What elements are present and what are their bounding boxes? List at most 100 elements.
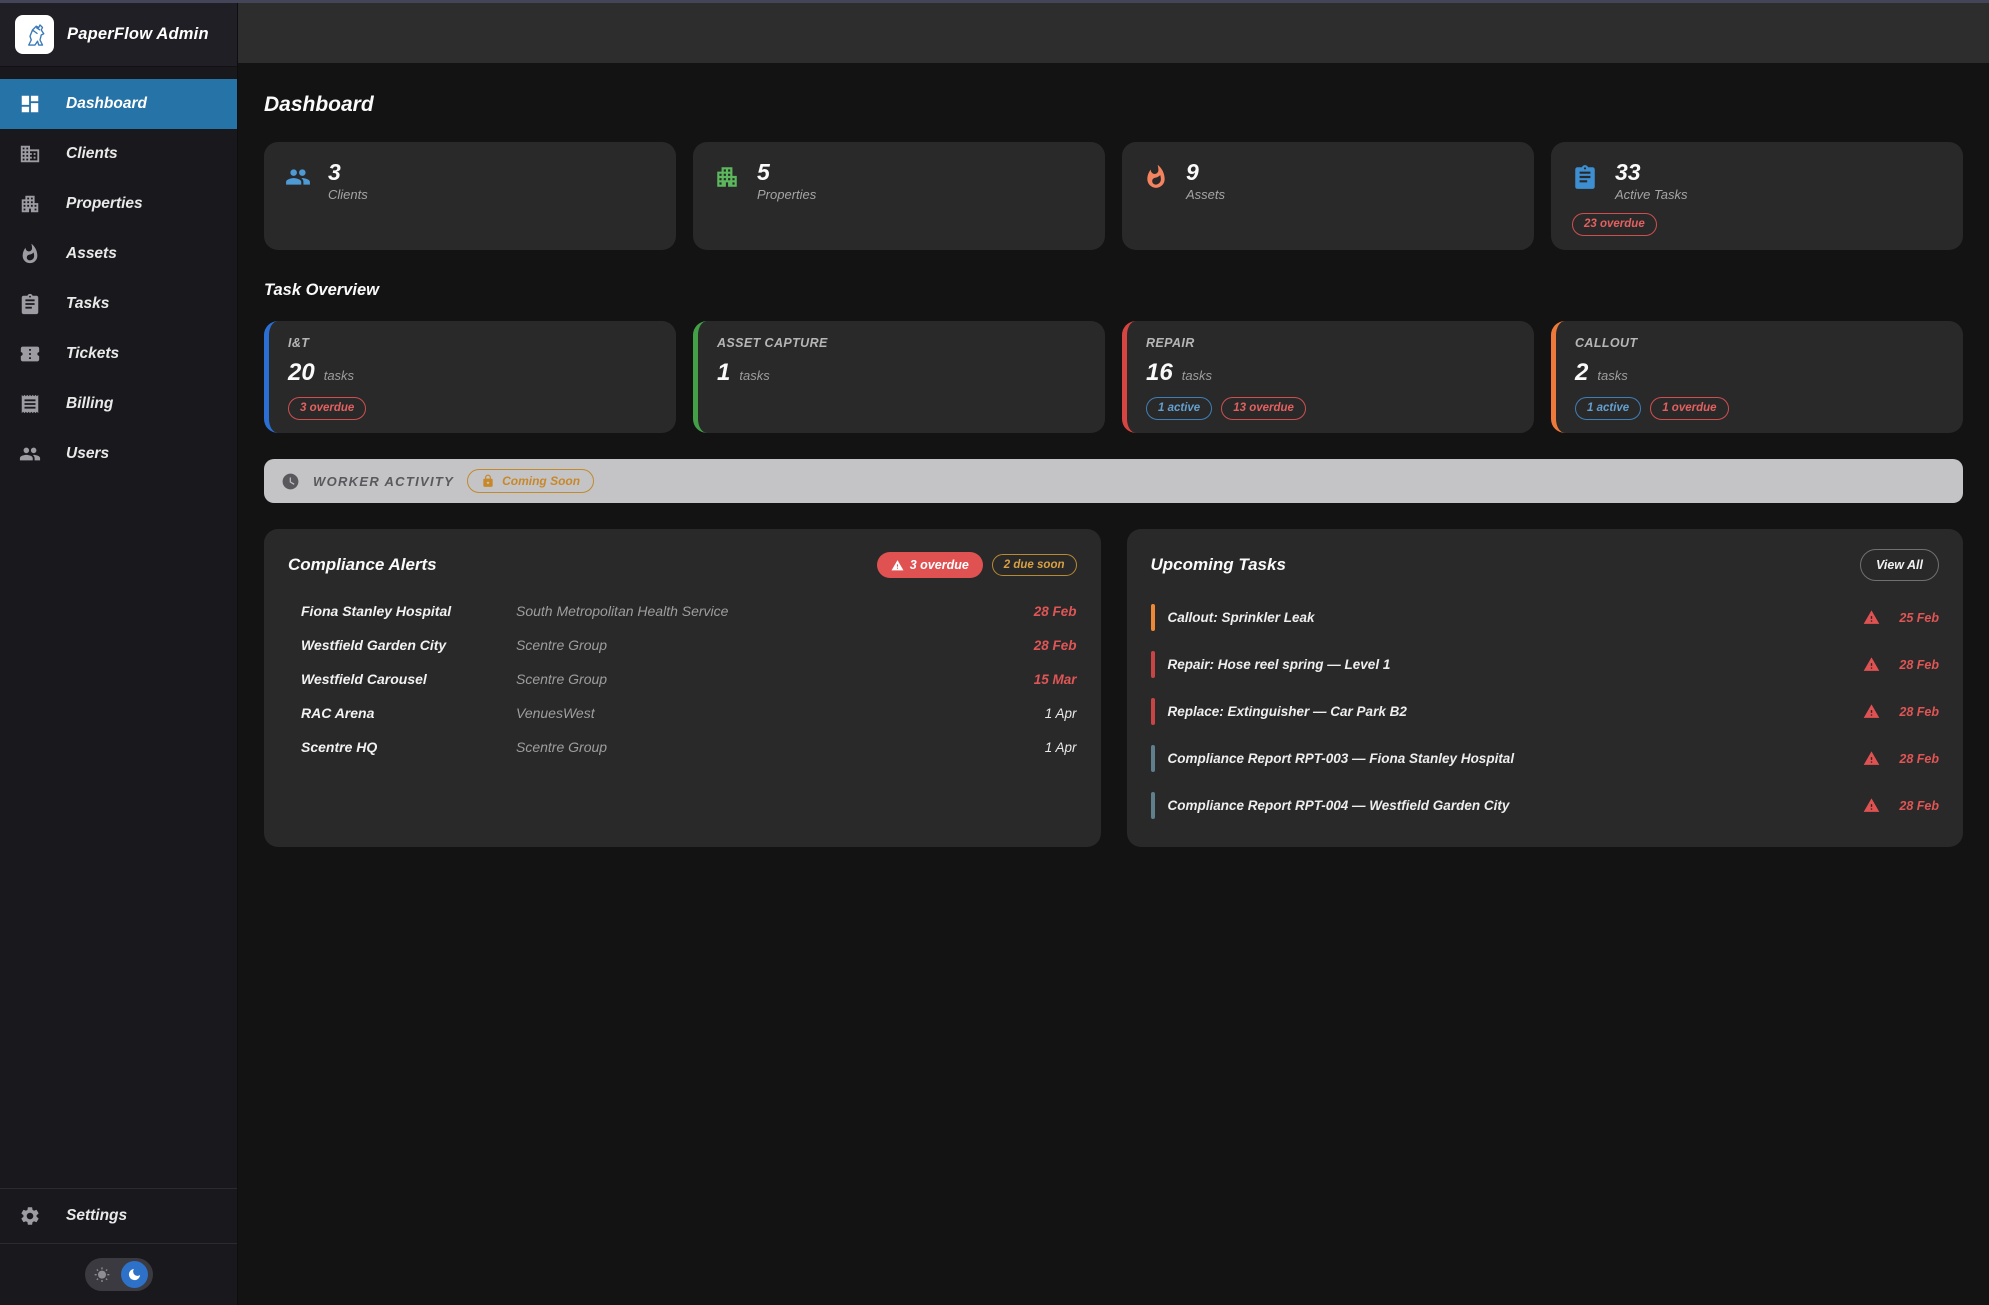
- sidebar-item-properties[interactable]: Properties: [0, 179, 237, 229]
- task-title: Compliance Report RPT-003 — Fiona Stanle…: [1168, 751, 1851, 766]
- sidebar-footer: [0, 1243, 237, 1305]
- due-soon-badge: 2 due soon: [992, 554, 1077, 577]
- due-date: 28 Feb: [1893, 752, 1939, 766]
- task-type-bar: [1151, 651, 1155, 678]
- sidebar-item-tasks[interactable]: Tasks: [0, 279, 237, 329]
- task-title: Replace: Extinguisher — Car Park B2: [1168, 704, 1851, 719]
- overdue-badge: 13 overdue: [1221, 397, 1306, 420]
- dashboard-icon: [19, 93, 41, 115]
- view-all-button[interactable]: View All: [1860, 549, 1939, 581]
- task-type-bar: [1151, 745, 1155, 772]
- property-name: Westfield Garden City: [301, 637, 516, 653]
- property-name: RAC Arena: [301, 705, 516, 721]
- due-date: 28 Feb: [1034, 638, 1077, 653]
- due-date: 28 Feb: [1893, 705, 1939, 719]
- client-name: Scentre Group: [516, 739, 1045, 755]
- sidebar-item-label: Tickets: [66, 345, 119, 363]
- task-unit: tasks: [1597, 368, 1627, 383]
- task-type-label: ASSET CAPTURE: [717, 336, 1086, 350]
- flame-icon: [1143, 164, 1169, 190]
- task-count: 20: [288, 359, 315, 387]
- task-type-label: REPAIR: [1146, 336, 1515, 350]
- compliance-row[interactable]: Fiona Stanley Hospital South Metropolita…: [288, 594, 1077, 628]
- warning-icon: [1863, 750, 1880, 767]
- overdue-badge: 1 overdue: [1650, 397, 1728, 420]
- warning-icon: [1863, 656, 1880, 673]
- compliance-alerts-panel: Compliance Alerts 3 overdue 2 due soon F…: [264, 529, 1101, 847]
- section-title-task-overview: Task Overview: [264, 281, 1963, 300]
- compliance-row[interactable]: RAC Arena VenuesWest 1 Apr: [288, 696, 1077, 730]
- sidebar-item-assets[interactable]: Assets: [0, 229, 237, 279]
- sidebar-item-label: Billing: [66, 395, 113, 413]
- stat-label: Active Tasks: [1615, 187, 1688, 202]
- content: Dashboard 3 Clients: [238, 63, 1989, 1305]
- task-card-repair[interactable]: REPAIR 16 tasks 1 active 13 overdue: [1122, 321, 1534, 433]
- task-card-it[interactable]: I&T 20 tasks 3 overdue: [264, 321, 676, 433]
- sidebar-item-settings[interactable]: Settings: [0, 1188, 237, 1243]
- client-name: Scentre Group: [516, 671, 1034, 687]
- property-name: Scentre HQ: [301, 739, 516, 755]
- property-name: Westfield Carousel: [301, 671, 516, 687]
- due-date: 25 Feb: [1893, 611, 1939, 625]
- task-title: Repair: Hose reel spring — Level 1: [1168, 657, 1851, 672]
- sidebar: PaperFlow Admin Dashboard Clients Proper…: [0, 3, 238, 1305]
- sidebar-item-label: Dashboard: [66, 95, 147, 113]
- task-count: 1: [717, 359, 730, 387]
- compliance-row[interactable]: Westfield Carousel Scentre Group 15 Mar: [288, 662, 1077, 696]
- lock-icon: [481, 474, 495, 488]
- due-date: 1 Apr: [1045, 706, 1077, 721]
- upcoming-task-row[interactable]: Replace: Extinguisher — Car Park B2 28 F…: [1151, 688, 1940, 735]
- sidebar-item-label: Users: [66, 445, 109, 463]
- clipboard-icon: [19, 293, 41, 315]
- sidebar-nav: Dashboard Clients Properties Assets Task…: [0, 79, 237, 479]
- compliance-row[interactable]: Scentre HQ Scentre Group 1 Apr: [288, 730, 1077, 764]
- stats-grid: 3 Clients 5 Properties: [264, 142, 1963, 250]
- sidebar-item-tickets[interactable]: Tickets: [0, 329, 237, 379]
- stat-label: Assets: [1186, 187, 1225, 202]
- sidebar-item-dashboard[interactable]: Dashboard: [0, 79, 237, 129]
- stat-label: Clients: [328, 187, 368, 202]
- receipt-icon: [19, 393, 41, 415]
- stat-value: 33: [1615, 159, 1688, 185]
- task-card-asset-capture[interactable]: ASSET CAPTURE 1 tasks: [693, 321, 1105, 433]
- apartment-icon: [19, 193, 41, 215]
- moon-icon[interactable]: [121, 1261, 148, 1288]
- gear-icon: [19, 1205, 41, 1227]
- due-date: 1 Apr: [1045, 740, 1077, 755]
- app-logo: [15, 15, 54, 54]
- upcoming-tasks-panel: Upcoming Tasks View All Callout: Sprinkl…: [1127, 529, 1964, 847]
- page-title: Dashboard: [264, 93, 1963, 117]
- warning-icon: [1863, 609, 1880, 626]
- overdue-badge: 23 overdue: [1572, 213, 1657, 236]
- worker-activity-banner: WORKER ACTIVITY Coming Soon: [264, 459, 1963, 503]
- theme-toggle[interactable]: [85, 1258, 153, 1291]
- client-name: South Metropolitan Health Service: [516, 603, 1034, 619]
- sidebar-item-users[interactable]: Users: [0, 429, 237, 479]
- task-unit: tasks: [324, 368, 354, 383]
- overdue-summary-label: 3 overdue: [910, 557, 969, 573]
- stat-card-assets[interactable]: 9 Assets: [1122, 142, 1534, 250]
- stat-card-properties[interactable]: 5 Properties: [693, 142, 1105, 250]
- due-date: 28 Feb: [1034, 604, 1077, 619]
- sidebar-item-clients[interactable]: Clients: [0, 129, 237, 179]
- sidebar-item-label: Properties: [66, 195, 143, 213]
- client-name: Scentre Group: [516, 637, 1034, 653]
- upcoming-task-row[interactable]: Callout: Sprinkler Leak 25 Feb: [1151, 594, 1940, 641]
- task-unit: tasks: [1182, 368, 1212, 383]
- task-type-bar: [1151, 604, 1155, 631]
- warning-icon: [1863, 797, 1880, 814]
- upcoming-task-row[interactable]: Compliance Report RPT-003 — Fiona Stanle…: [1151, 735, 1940, 782]
- task-card-callout[interactable]: CALLOUT 2 tasks 1 active 1 overdue: [1551, 321, 1963, 433]
- stat-card-active-tasks[interactable]: 33 Active Tasks 23 overdue: [1551, 142, 1963, 250]
- due-date: 28 Feb: [1893, 799, 1939, 813]
- sidebar-item-billing[interactable]: Billing: [0, 379, 237, 429]
- upcoming-task-row[interactable]: Repair: Hose reel spring — Level 1 28 Fe…: [1151, 641, 1940, 688]
- upcoming-task-row[interactable]: Compliance Report RPT-004 — Westfield Ga…: [1151, 782, 1940, 829]
- property-name: Fiona Stanley Hospital: [301, 603, 516, 619]
- due-date: 28 Feb: [1893, 658, 1939, 672]
- sun-icon[interactable]: [94, 1267, 110, 1283]
- panel-title-upcoming: Upcoming Tasks: [1151, 555, 1286, 575]
- compliance-row[interactable]: Westfield Garden City Scentre Group 28 F…: [288, 628, 1077, 662]
- stat-card-clients[interactable]: 3 Clients: [264, 142, 676, 250]
- task-overview-grid: I&T 20 tasks 3 overdue ASSET CAPTURE 1 t…: [264, 321, 1963, 433]
